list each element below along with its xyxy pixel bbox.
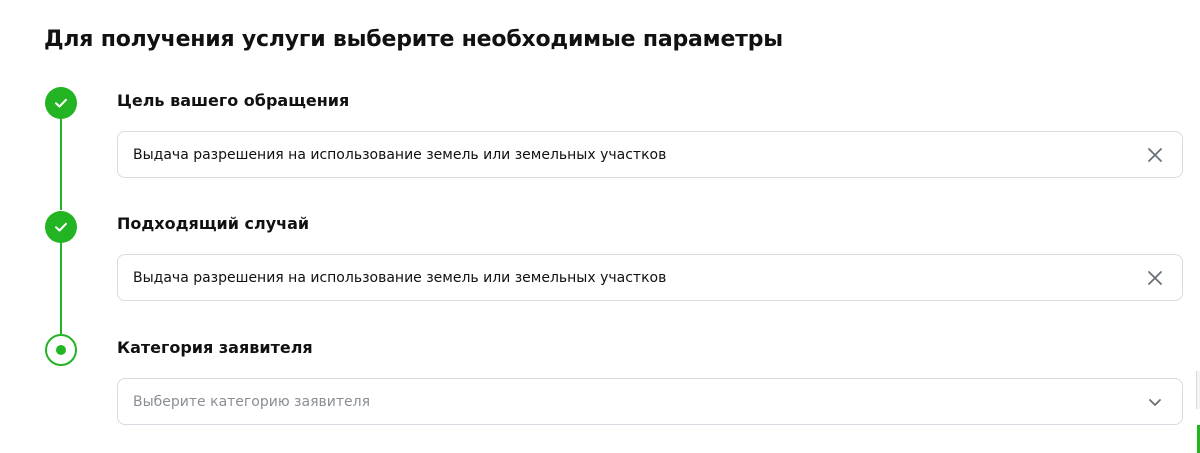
stepper-connector [60,118,62,210]
case-select-value: Выдача разрешения на использование земел… [133,269,667,286]
scrollbar-edge [1196,371,1200,409]
service-parameters-page: Для получения услуги выберите необходимы… [0,0,1200,453]
current-step-dot [56,345,66,355]
close-icon[interactable] [1146,269,1164,287]
applicant-category-select[interactable]: Выберите категорию заявителя [117,378,1183,425]
step-3-label: Категория заявителя [117,338,313,357]
case-select[interactable]: Выдача разрешения на использование земел… [117,254,1183,301]
chevron-down-icon[interactable] [1146,393,1164,411]
step-1-label: Цель вашего обращения [117,91,350,110]
applicant-category-placeholder: Выберите категорию заявителя [133,393,370,410]
checkmark-icon [55,222,67,232]
stepper-connector [60,242,62,334]
step-3-current-marker [45,334,77,366]
step-2-label: Подходящий случай [117,214,310,233]
page-title: Для получения услуги выберите необходимы… [44,27,783,52]
checkmark-icon [55,98,67,108]
step-1-completed-marker [45,87,77,119]
purpose-select-value: Выдача разрешения на использование земел… [133,146,667,163]
purpose-select[interactable]: Выдача разрешения на использование земел… [117,131,1183,178]
close-icon[interactable] [1146,146,1164,164]
step-2-completed-marker [45,211,77,243]
